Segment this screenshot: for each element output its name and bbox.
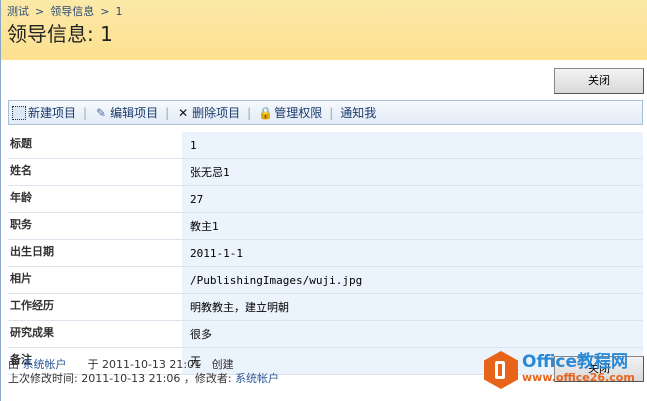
field-label: 工作经历: [8, 293, 182, 321]
breadcrumb-current: 1: [115, 5, 123, 18]
table-row: 相片/PublishingImages/wuji.jpg: [8, 266, 643, 294]
field-value: 张无忌1: [182, 158, 643, 186]
breadcrumb-separator: >: [100, 5, 110, 18]
created-by-prefix: 由: [8, 358, 19, 371]
new-item-label: 新建项目: [28, 106, 77, 120]
modified-by-prefix: ，修改者:: [183, 372, 232, 385]
field-label: 研究成果: [8, 320, 182, 348]
table-row: 研究成果 很多: [8, 320, 643, 348]
created-at-prefix: 于: [87, 358, 99, 371]
created-at: 2011-10-13 21:01: [101, 358, 202, 371]
delete-icon: ✕: [178, 105, 189, 120]
edit-item-label: 编辑项目: [110, 106, 159, 120]
edit-item-button[interactable]: ✎ 编辑项目: [91, 104, 161, 121]
field-label: 标题: [8, 132, 182, 159]
field-value: 教主1: [182, 212, 643, 240]
alert-me-button[interactable]: 通知我: [337, 104, 379, 121]
edit-item-icon: ✎: [96, 105, 107, 120]
manage-permissions-button[interactable]: 🔒 管理权限: [255, 104, 325, 121]
page-title: 领导信息: 1: [7, 22, 113, 46]
watermark-url: www.office26.com: [522, 371, 635, 384]
table-row: 职务 教主1: [8, 212, 643, 240]
close-button[interactable]: 关闭: [554, 68, 644, 94]
modified-prefix: 上次修改时间:: [8, 372, 78, 385]
field-label: 出生日期: [8, 239, 182, 267]
breadcrumb-link-list[interactable]: 领导信息: [50, 5, 94, 18]
breadcrumb-link-test[interactable]: 测试: [7, 5, 29, 18]
table-row: 工作经历 明教教主，建立明朝: [8, 293, 643, 321]
table-row: 出生日期 2011-1-1: [8, 239, 643, 267]
field-label: 姓名: [8, 158, 182, 186]
office-logo-icon: [484, 351, 518, 389]
item-footer: 由 系统帐户 于 2011-10-13 21:01 创建 上次修改时间: 201…: [8, 358, 279, 386]
breadcrumb: 测试 > 领导信息 >1: [7, 3, 128, 19]
table-row: 标题 1: [8, 132, 643, 159]
page-header: 测试 > 领导信息 >1 领导信息: 1: [0, 0, 647, 60]
watermark-name: Office教程网: [522, 352, 629, 372]
field-label: 相片: [8, 266, 182, 294]
field-value: 很多: [182, 320, 643, 348]
item-properties-table: 标题 1 姓名 张无忌1 年龄 27 职务 教主1 出生日期 2011-1-1 相片/Publish…: [8, 132, 643, 375]
modified-at: 2011-10-13 21:06: [81, 372, 181, 385]
delete-item-button[interactable]: ✕ 删除项目: [173, 104, 243, 121]
field-value: 明教教主，建立明朝: [182, 293, 643, 321]
field-value: 27: [182, 185, 643, 213]
table-row: 姓名 张无忌1: [8, 158, 643, 186]
permissions-icon: 🔒: [258, 105, 274, 120]
new-item-button[interactable]: 新建项目: [9, 104, 79, 121]
breadcrumb-separator: >: [35, 5, 45, 18]
field-label: 职务: [8, 212, 182, 240]
field-value: /PublishingImages/wuji.jpg: [182, 266, 643, 294]
new-item-icon: [12, 105, 26, 120]
delete-item-label: 删除项目: [192, 106, 241, 120]
manage-permissions-label: 管理权限: [274, 106, 323, 120]
field-label: 年龄: [8, 185, 182, 213]
toolbar: 新建项目 | ✎ 编辑项目 | ✕ 删除项目 | 🔒 管理权限 | 通知我: [8, 100, 643, 125]
table-row: 年龄 27: [8, 185, 643, 213]
field-value: 1: [182, 132, 643, 159]
created-suffix: 创建: [211, 358, 234, 371]
watermark: Office教程网 www.office26.com: [484, 351, 635, 389]
alert-me-label: 通知我: [340, 106, 377, 120]
modified-by-link[interactable]: 系统帐户: [235, 372, 279, 385]
created-by-link[interactable]: 系统帐户: [23, 358, 67, 371]
field-value: 2011-1-1: [182, 239, 643, 267]
left-border: [0, 60, 1, 401]
